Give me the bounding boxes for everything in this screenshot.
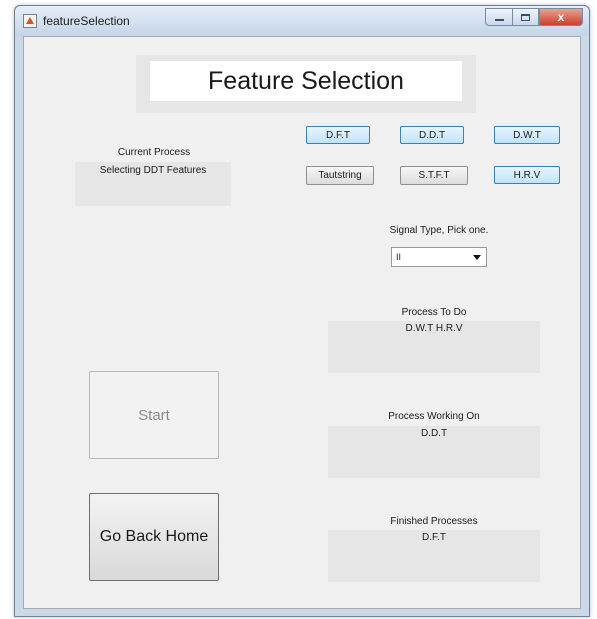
finished-processes-panel: D.F.T [328, 530, 540, 582]
stft-button[interactable]: S.T.F.T [400, 166, 468, 185]
process-working-on-label: Process Working On [388, 411, 480, 422]
window-controls: x [485, 8, 583, 27]
minimize-button[interactable] [485, 8, 512, 26]
signal-type-label: Signal Type, Pick one. [389, 225, 489, 236]
dwt-button[interactable]: D.W.T [494, 126, 560, 144]
minimize-icon [494, 19, 504, 21]
matlab-app-icon [23, 14, 37, 28]
ddt-button[interactable]: D.D.T [400, 126, 464, 144]
finished-processes-label: Finished Processes [390, 516, 478, 527]
current-process-label: Current Process [117, 147, 191, 158]
signal-type-value: II [396, 252, 402, 262]
maximize-button[interactable] [512, 8, 539, 26]
header-panel: Feature Selection [136, 55, 476, 113]
current-process-panel: Selecting DDT Features [75, 162, 231, 206]
signal-type-select[interactable]: II [391, 247, 487, 267]
tautstring-button[interactable]: Tautstring [306, 166, 374, 185]
process-to-do-label: Process To Do [401, 307, 467, 318]
process-working-on-value: D.D.T [420, 428, 448, 439]
process-working-on-panel: D.D.T [328, 426, 540, 478]
app-window: featureSelection x Feature Selection Cur… [14, 5, 590, 617]
close-button[interactable]: x [539, 8, 583, 26]
hrv-button[interactable]: H.R.V [494, 166, 560, 184]
go-back-home-button[interactable]: Go Back Home [89, 493, 219, 581]
dft-button[interactable]: D.F.T [306, 126, 370, 144]
finished-processes-value: D.F.T [422, 532, 446, 543]
process-to-do-panel: D.W.T H.R.V [328, 321, 540, 373]
window-title: featureSelection [43, 14, 130, 28]
close-icon: x [557, 10, 565, 24]
process-to-do-value: D.W.T H.R.V [405, 323, 463, 334]
page-title: Feature Selection [150, 61, 462, 101]
title-bar[interactable]: featureSelection x [15, 6, 589, 36]
client-area: Feature Selection Current Process Select… [23, 36, 581, 609]
start-button[interactable]: Start [89, 371, 219, 459]
chevron-down-icon [473, 255, 481, 260]
maximize-icon [521, 13, 530, 21]
current-process-value: Selecting DDT Features [99, 165, 207, 176]
